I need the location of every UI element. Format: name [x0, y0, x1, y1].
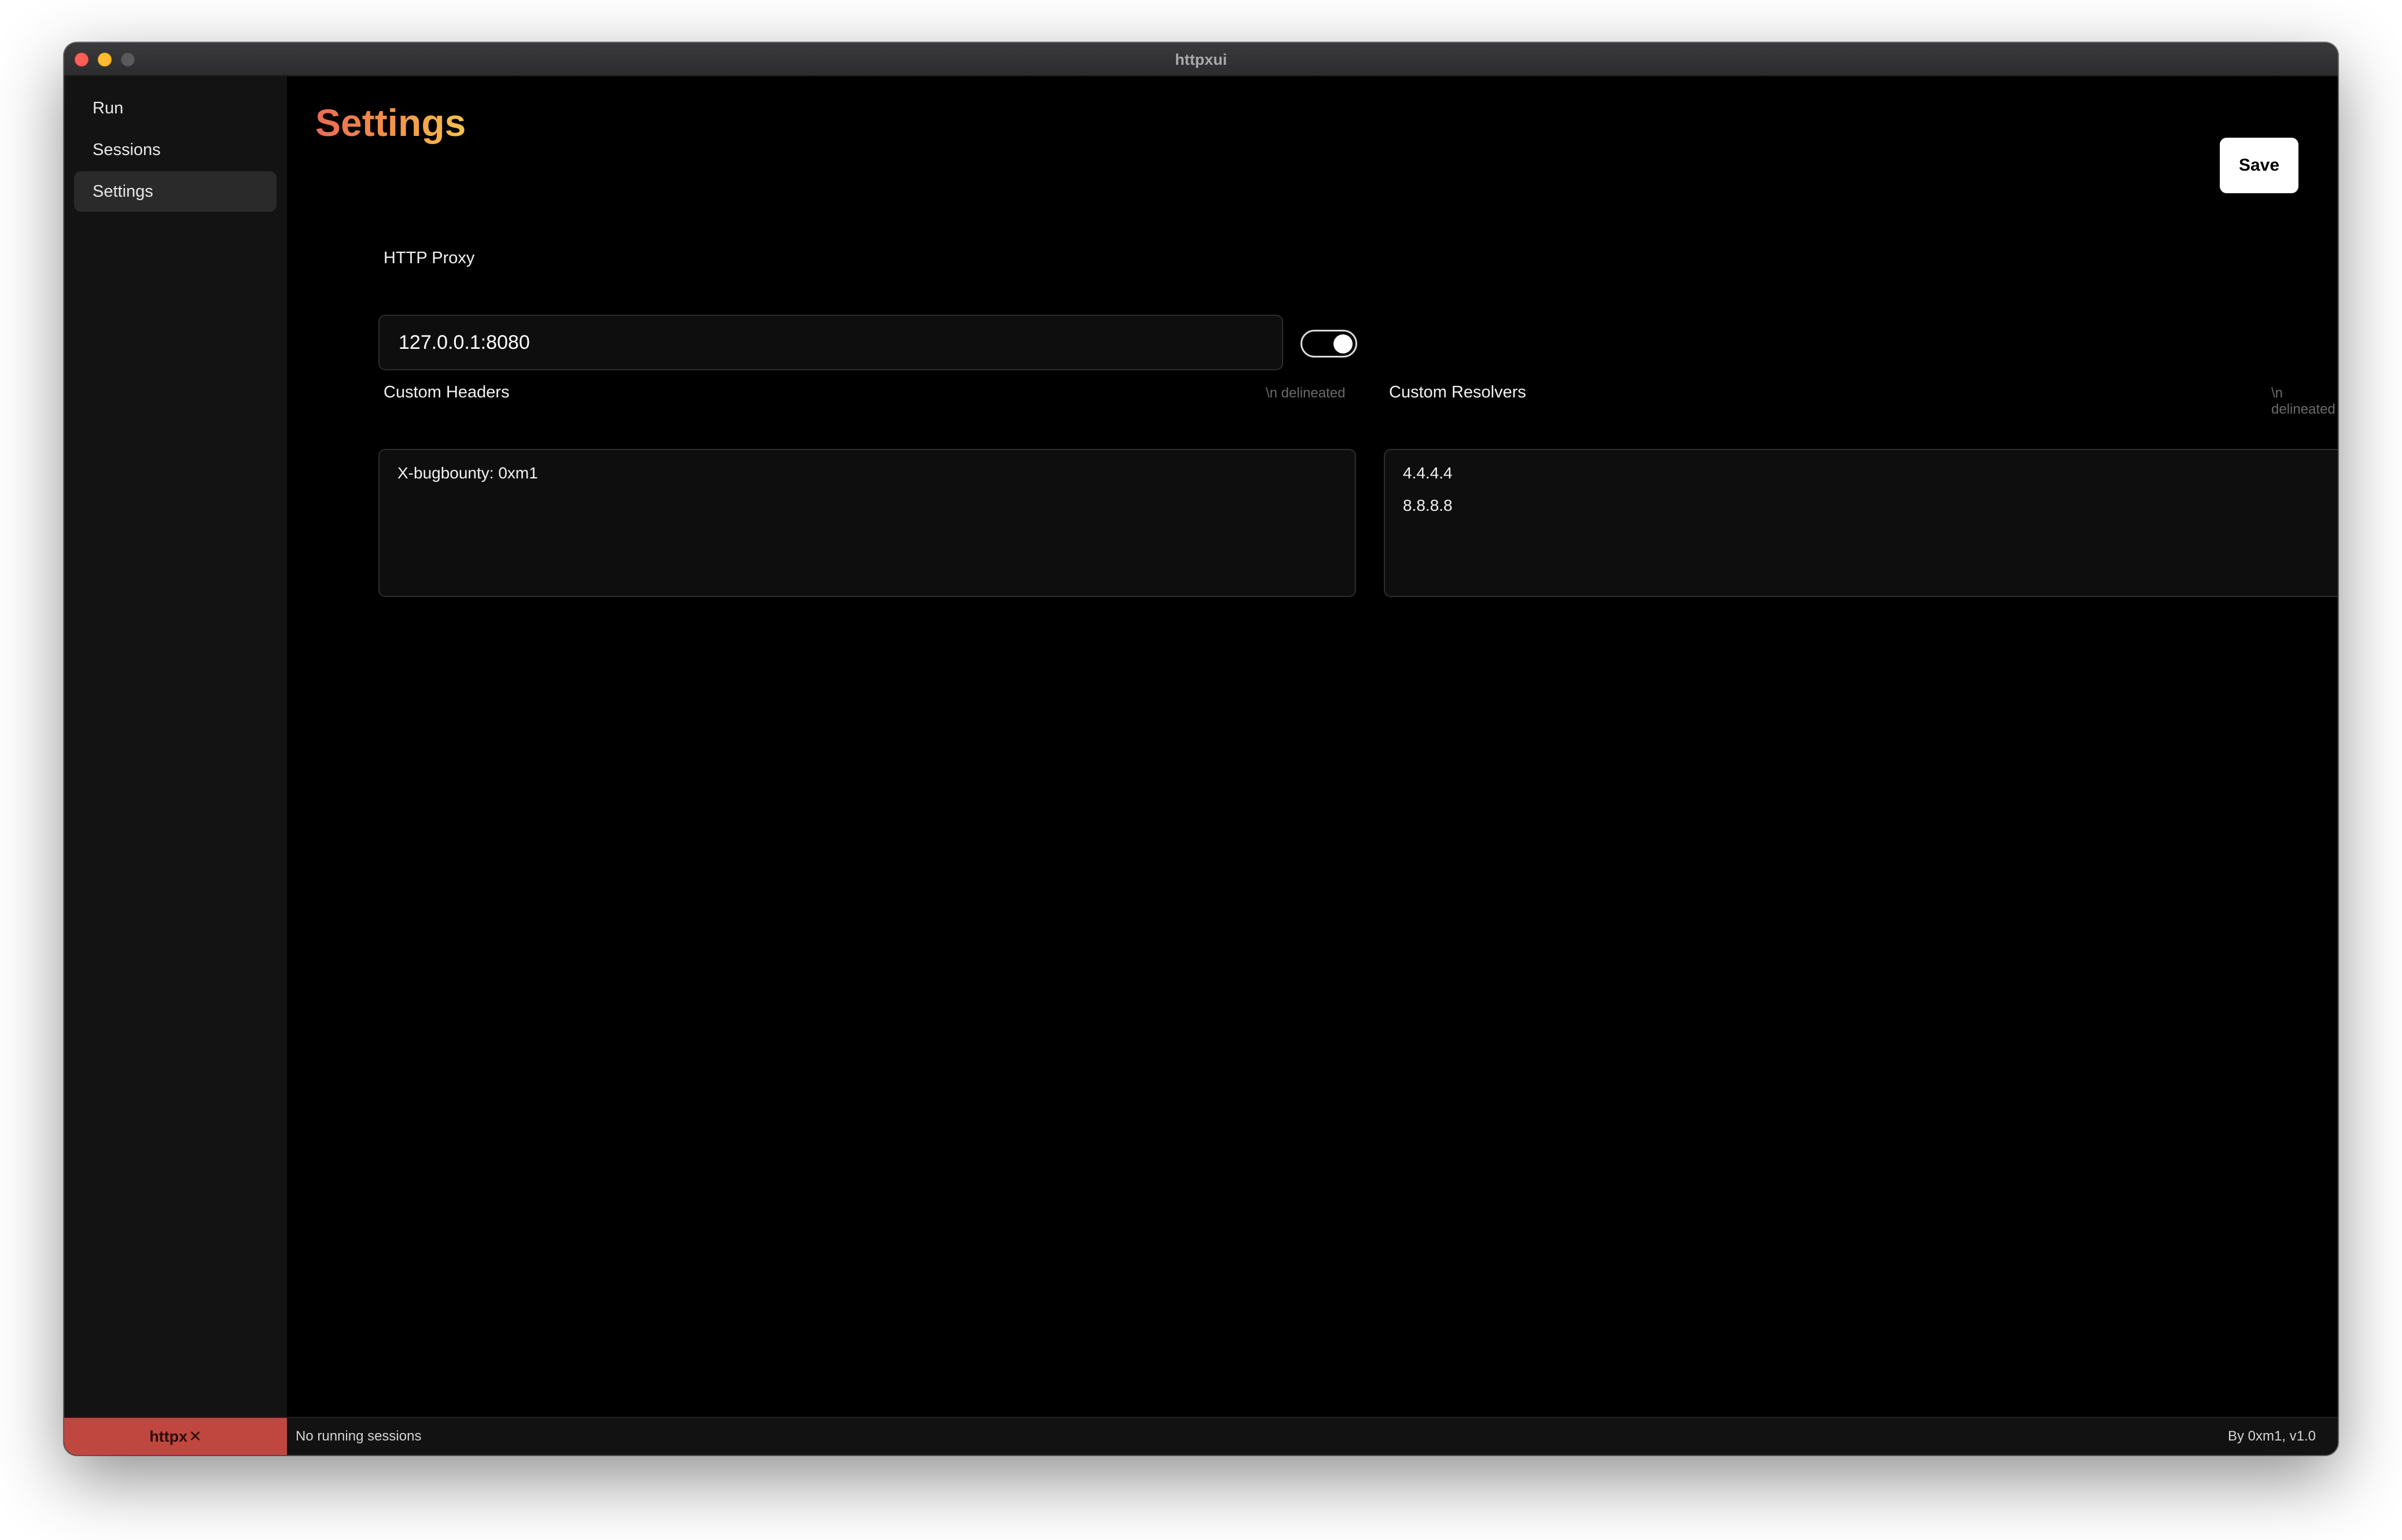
- custom-resolvers-hint: \n delineated: [2271, 385, 2335, 417]
- sidebar: Run Sessions Settings: [64, 76, 287, 1417]
- http-proxy-toggle[interactable]: [1301, 330, 1357, 358]
- custom-headers-hint: \n delineated: [1266, 385, 1346, 401]
- session-status: No running sessions: [296, 1428, 422, 1444]
- brand-logo: httpx✕: [64, 1418, 287, 1455]
- custom-headers-line: X-bugbounty: 0xm1: [397, 464, 538, 482]
- brand-text: httpx: [149, 1428, 188, 1445]
- sidebar-item-run[interactable]: Run: [74, 88, 277, 128]
- window-title: httpxui: [1175, 51, 1227, 68]
- sidebar-item-settings[interactable]: Settings: [74, 171, 277, 212]
- status-bar: httpx✕ No running sessions By 0xm1, v1.0: [64, 1417, 2338, 1455]
- app-window: httpxui Run Sessions Settings Settings S…: [64, 43, 2338, 1455]
- sidebar-item-sessions[interactable]: Sessions: [74, 130, 277, 170]
- custom-headers-label: Custom Headers: [384, 383, 510, 401]
- custom-resolvers-line: 4.4.4.4: [1403, 464, 1453, 482]
- page-title: Settings: [315, 101, 466, 144]
- main-content: Settings Save HTTP Proxy 127.0.0.1:8080 …: [287, 76, 2338, 1417]
- save-button[interactable]: Save: [2220, 138, 2298, 193]
- version-credit: By 0xm1, v1.0: [2227, 1428, 2316, 1444]
- custom-resolvers-textarea[interactable]: 4.4.4.4 8.8.8.8: [1384, 449, 2338, 597]
- toggle-knob: [1333, 334, 1353, 353]
- custom-resolvers-label: Custom Resolvers: [1389, 383, 1526, 401]
- http-proxy-input[interactable]: 127.0.0.1:8080: [378, 315, 1283, 370]
- custom-resolvers-line: 8.8.8.8: [1403, 496, 1453, 514]
- custom-headers-textarea[interactable]: X-bugbounty: 0xm1: [378, 449, 1356, 597]
- http-proxy-label: HTTP Proxy: [384, 249, 475, 267]
- close-icon: ✕: [189, 1428, 202, 1445]
- title-bar: httpxui: [64, 43, 2338, 76]
